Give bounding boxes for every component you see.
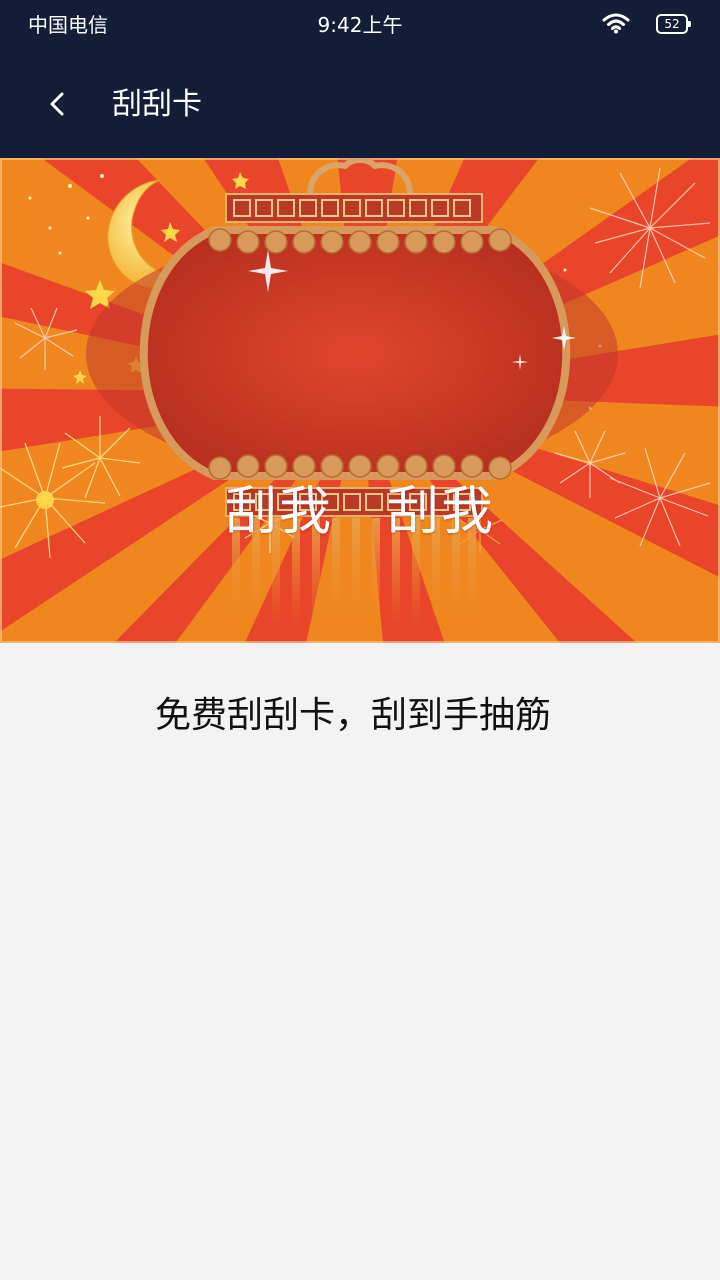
promo-tagline: 免费刮刮卡，刮到手抽筋 <box>154 695 551 736</box>
status-bar: 中国电信 9:42上午 52 <box>0 0 720 50</box>
scratch-card[interactable]: 刮我 刮我 <box>0 158 720 643</box>
page-title: 刮刮卡 <box>112 87 202 122</box>
app-header: 中国电信 9:42上午 52 刮刮卡 <box>0 0 720 160</box>
chevron-left-icon <box>50 92 64 116</box>
back-button[interactable] <box>30 80 82 132</box>
scratch-card-artwork <box>0 158 720 643</box>
battery-icon: 52 <box>656 14 691 34</box>
wifi-icon <box>602 12 630 34</box>
